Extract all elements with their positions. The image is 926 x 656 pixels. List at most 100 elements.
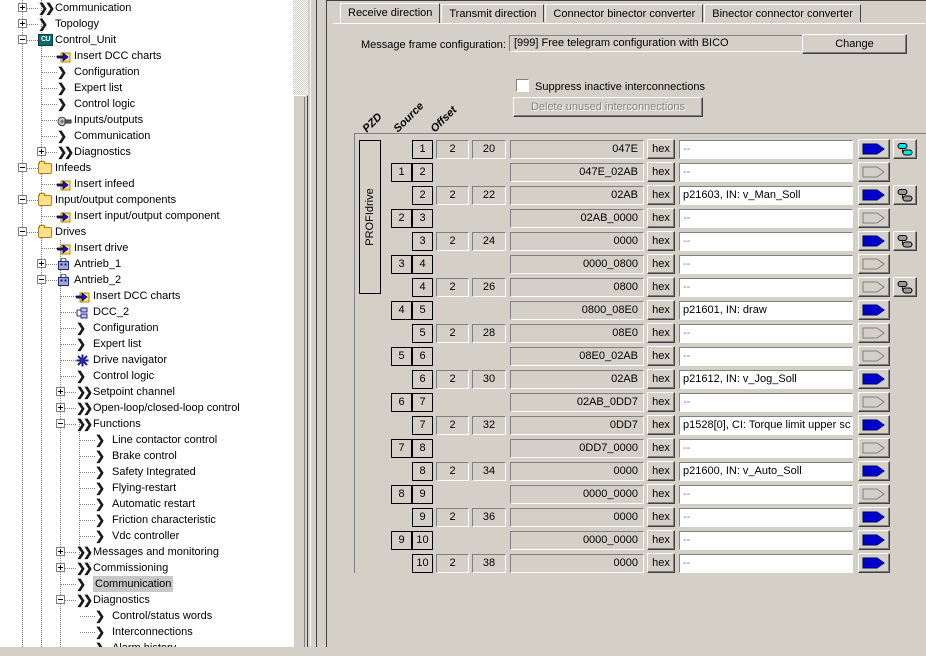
interconnection-field[interactable]: -- xyxy=(679,508,853,527)
tree-node-label[interactable]: Control logic xyxy=(93,368,154,384)
tree-node[interactable]: ❯❯ Open-loop/closed-loop control xyxy=(0,400,293,416)
project-tree[interactable]: ❯❯ Communication ❯ Topology CU Control_Unit In… xyxy=(0,0,293,656)
tab-1[interactable]: Transmit direction xyxy=(441,4,545,22)
tree-node[interactable]: ❯ Configuration xyxy=(0,320,293,336)
tree-toggle-minus[interactable] xyxy=(56,595,65,604)
table-row[interactable]: 1 2 047E_02AB hex -- xyxy=(355,161,926,184)
interconnection-arrow-button[interactable] xyxy=(858,254,890,274)
tree-toggle-plus[interactable] xyxy=(56,547,65,556)
tree-node-label[interactable]: Diagnostics xyxy=(93,592,150,608)
hex-button[interactable]: hex xyxy=(647,300,675,320)
tree-node[interactable]: ❯ Control logic xyxy=(0,368,293,384)
tree-node[interactable]: Drive navigator xyxy=(0,352,293,368)
tree-toggle-plus[interactable] xyxy=(37,147,46,156)
connector-button[interactable] xyxy=(893,185,917,205)
hex-button[interactable]: hex xyxy=(647,553,675,573)
interconnection-field[interactable]: -- xyxy=(679,255,853,274)
tree-node[interactable]: ❯❯ Messages and monitoring xyxy=(0,544,293,560)
hex-button[interactable]: hex xyxy=(647,139,675,159)
interconnection-field[interactable]: -- xyxy=(679,347,853,366)
tree-node-label[interactable]: Configuration xyxy=(74,64,139,80)
hex-button[interactable]: hex xyxy=(647,346,675,366)
interconnection-arrow-button[interactable] xyxy=(858,415,890,435)
tree-node-label[interactable]: Control_Unit xyxy=(55,32,116,48)
hex-button[interactable]: hex xyxy=(647,185,675,205)
interconnection-arrow-button[interactable] xyxy=(858,162,890,182)
interconnection-arrow-button[interactable] xyxy=(858,323,890,343)
tree-node-label[interactable]: Open-loop/closed-loop control xyxy=(93,400,240,416)
tree-toggle-plus[interactable] xyxy=(18,19,27,28)
interconnection-arrow-button[interactable] xyxy=(858,277,890,297)
interconnection-arrow-button[interactable] xyxy=(858,438,890,458)
tree-node-label[interactable]: Flying-restart xyxy=(112,480,176,496)
tree-node[interactable]: ❯ Communication xyxy=(0,128,293,144)
change-button[interactable]: Change xyxy=(802,34,907,54)
table-row[interactable]: 4 2 26 0800 hex -- xyxy=(355,276,926,299)
tree-node-label[interactable]: Interconnections xyxy=(112,624,193,640)
table-row[interactable]: 10 2 38 0000 hex -- xyxy=(355,552,926,575)
tree-node[interactable]: ❯ Brake control xyxy=(0,448,293,464)
tree-node[interactable]: ❯ Expert list xyxy=(0,336,293,352)
tree-node-label[interactable]: Insert input/output component xyxy=(74,208,220,224)
interconnection-field[interactable]: -- xyxy=(679,324,853,343)
tree-node[interactable]: ❯ Flying-restart xyxy=(0,480,293,496)
interconnection-arrow-button[interactable] xyxy=(858,185,890,205)
tab-3[interactable]: Binector connector converter xyxy=(704,4,861,22)
table-row[interactable]: 7 8 0DD7_0000 hex -- xyxy=(355,437,926,460)
tree-toggle-plus[interactable] xyxy=(56,387,65,396)
interconnection-field[interactable]: p21612, IN: v_Jog_Soll xyxy=(679,370,853,389)
tree-node-label[interactable]: Line contactor control xyxy=(112,432,217,448)
tree-node[interactable]: ❯ Expert list xyxy=(0,80,293,96)
suppress-inactive-checkbox[interactable] xyxy=(516,79,529,92)
tree-node-label[interactable]: Topology xyxy=(55,16,99,32)
tree-node-label[interactable]: Setpoint channel xyxy=(93,384,175,400)
table-row[interactable]: 3 4 0000_0800 hex -- xyxy=(355,253,926,276)
tree-node-label[interactable]: Configuration xyxy=(93,320,158,336)
tree-node[interactable]: ❯ Communication xyxy=(0,576,293,592)
tree-node-label[interactable]: Diagnostics xyxy=(74,144,131,160)
interconnection-arrow-button[interactable] xyxy=(858,231,890,251)
tree-node-label[interactable]: Antrieb_1 xyxy=(74,256,121,272)
tree-node-label[interactable]: Safety Integrated xyxy=(112,464,196,480)
pane-splitter[interactable] xyxy=(308,0,320,656)
tree-node[interactable]: ❯ Friction characteristic xyxy=(0,512,293,528)
hex-button[interactable]: hex xyxy=(647,323,675,343)
tree-toggle-plus[interactable] xyxy=(18,3,27,12)
tree-node[interactable]: ❯ Safety Integrated xyxy=(0,464,293,480)
tree-node[interactable]: Input/output components xyxy=(0,192,293,208)
table-row[interactable]: 7 2 32 0DD7 hex p1528[0], CI: Torque limit up… xyxy=(355,414,926,437)
tree-node-label[interactable]: Insert DCC charts xyxy=(93,288,180,304)
tree-node[interactable]: ❯ Line contactor control xyxy=(0,432,293,448)
interconnection-arrow-button[interactable] xyxy=(858,300,890,320)
tree-node[interactable]: ❯❯ Commissioning xyxy=(0,560,293,576)
tree-node[interactable]: Inputs/outputs xyxy=(0,112,293,128)
hex-button[interactable]: hex xyxy=(647,461,675,481)
tree-node-label[interactable]: Brake control xyxy=(112,448,177,464)
interconnection-arrow-button[interactable] xyxy=(858,392,890,412)
tree-node[interactable]: ❯ Interconnections xyxy=(0,624,293,640)
hex-button[interactable]: hex xyxy=(647,507,675,527)
tree-node[interactable]: Infeeds xyxy=(0,160,293,176)
tree-node[interactable]: ❯❯ Communication xyxy=(0,0,293,16)
tree-node-label[interactable]: Communication xyxy=(93,576,174,592)
table-row[interactable]: 9 2 36 0000 hex -- xyxy=(355,506,926,529)
tree-node[interactable]: Insert infeed xyxy=(0,176,293,192)
tree-node-label[interactable]: Drive navigator xyxy=(93,352,167,368)
project-tree-pane[interactable]: ❯❯ Communication ❯ Topology CU Control_Unit In… xyxy=(0,0,293,656)
tree-node[interactable]: ❯ Configuration xyxy=(0,64,293,80)
tree-node-label[interactable]: Infeeds xyxy=(55,160,91,176)
tree-node[interactable]: Insert drive xyxy=(0,240,293,256)
tree-node-label[interactable]: Communication xyxy=(55,0,131,16)
table-row[interactable]: 5 6 08E0_02AB hex -- xyxy=(355,345,926,368)
interconnection-field[interactable]: -- xyxy=(679,232,853,251)
connector-button[interactable] xyxy=(893,231,917,251)
interconnection-arrow-button[interactable] xyxy=(858,553,890,573)
hex-button[interactable]: hex xyxy=(647,254,675,274)
hex-button[interactable]: hex xyxy=(647,484,675,504)
tree-node-label[interactable]: Insert DCC charts xyxy=(74,48,161,64)
interconnection-field[interactable]: -- xyxy=(679,393,853,412)
tree-node[interactable]: ❯❯ Setpoint channel xyxy=(0,384,293,400)
hex-button[interactable]: hex xyxy=(647,231,675,251)
interconnection-field[interactable]: p1528[0], CI: Torque limit upper sc xyxy=(679,416,853,435)
interconnection-arrow-button[interactable] xyxy=(858,139,890,159)
